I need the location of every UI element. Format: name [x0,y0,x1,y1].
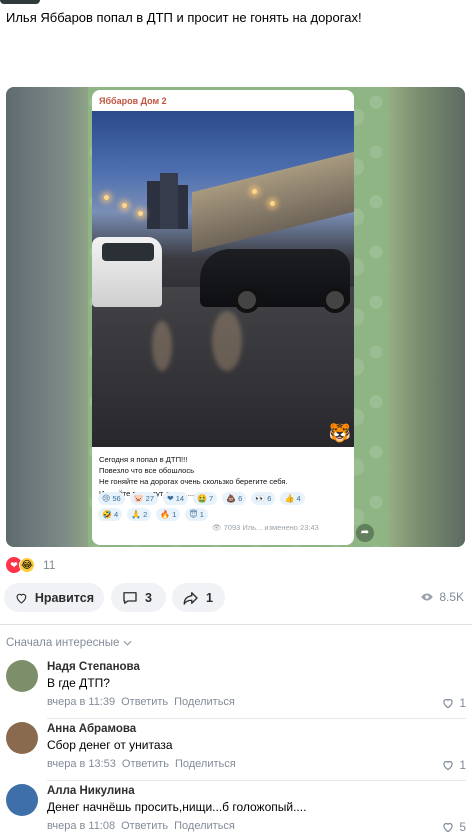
comment-icon [123,591,137,604]
telegram-message-card: Яббаров Дом 2 🐯 Сегодня я попал в ДТП!!!… [92,90,354,545]
message-line: Сегодня я попал в ДТП!!! [99,455,188,464]
comments-count: 3 [145,590,152,605]
reaction-count: 4 [113,510,119,519]
telegram-channel-name: Яббаров Дом 2 [99,96,167,106]
telegram-message-meta: 👁 7093 Иль... изменено 23:43 [212,523,319,532]
reaction-emoji-icon: 🙏 [131,510,142,519]
comments-sort-dropdown[interactable]: Сначала интересные [6,637,132,649]
reaction-count: 6 [267,494,272,503]
share-comment-button[interactable]: Поделиться [175,758,236,770]
telegram-reaction: 😢 56 [98,492,125,505]
comment-text: Сбор денег от унитаза [47,738,173,752]
reactions-count: 11 [43,558,56,572]
comment-separator [47,780,466,781]
telegram-reaction: 💩 6 [222,492,247,505]
reactions-summary[interactable]: ❤ 😂 11 [6,557,55,573]
reaction-count: 7 [209,494,214,503]
eye-icon [421,593,434,601]
image-blur-right [385,87,465,547]
shares-count: 1 [206,590,213,605]
telegram-reaction: 😇 1 [185,508,208,521]
comment-like-count: 1 [459,696,466,710]
sort-label: Сначала интересные [6,637,120,649]
reaction-emoji-icon: 🤣 [102,510,112,519]
telegram-reaction: 🐷 27 [129,492,158,505]
laugh-reaction-icon: 😂 [19,557,35,573]
accident-photo [92,111,354,447]
telegram-reactions: 😢 56 🐷 27 ❤ 14 🤮 7 💩 6 👀 6 👍 4 🤣 4 🙏 2 🔥 1 😇 1 [98,492,348,524]
telegram-reaction: 🙏 2 [127,508,152,521]
telegram-reaction: 👍 4 [280,492,305,505]
share-comment-button[interactable]: Поделиться [174,820,235,832]
comment-meta: вчера в 11:08 Ответить Поделиться [47,820,235,832]
comment-avatar[interactable] [6,660,38,692]
reply-button[interactable]: Ответить [122,758,169,770]
like-label: Нравится [34,590,94,605]
comment-meta: вчера в 13:53 Ответить Поделиться [47,758,236,770]
reply-button[interactable]: Ответить [121,696,168,708]
reaction-emoji-icon: 😢 [102,494,111,503]
telegram-reaction: ❤ 14 [163,492,189,505]
post-text: Илья Яббаров попал в ДТП и просит не гон… [6,10,362,25]
comment-author[interactable]: Анна Абрамова [47,723,136,735]
reaction-count: 56 [112,494,121,503]
comments-divider [0,624,472,625]
comments-button[interactable]: 3 [111,583,166,612]
reaction-count: 2 [143,510,148,519]
views-count: 8.5K [439,590,464,604]
message-line: Не гоняйте на дорогах очень скользко бер… [99,477,288,487]
share-comment-button[interactable]: Поделиться [174,696,235,708]
telegram-reaction: 🤮 7 [193,492,218,505]
comment-like-button[interactable]: 1 [441,696,466,710]
telegram-reaction: 👀 6 [251,492,276,505]
comment-time[interactable]: вчера в 11:08 [47,820,115,832]
comment-like-button[interactable]: 1 [441,758,466,772]
comment-time[interactable]: вчера в 13:53 [47,758,116,770]
telegram-reaction: 🤣 4 [98,508,123,521]
comment-like-count: 5 [459,820,466,834]
message-line: Повезло что все обошлось [99,466,195,476]
reaction-count: 1 [199,510,204,519]
reaction-count: 14 [175,494,185,503]
comment-avatar[interactable] [6,784,38,816]
views-counter: 8.5K [420,590,464,604]
heart-outline-icon [443,760,453,771]
post-image[interactable]: Яббаров Дом 2 🐯 Сегодня я попал в ДТП!!!… [6,87,465,547]
comment-text: В где ДТП? [47,676,110,690]
reaction-emoji-icon: 🔥 [160,510,171,519]
comment-like-button[interactable]: 5 [441,820,466,834]
comment-author[interactable]: Надя Степанова [47,661,140,673]
comment-author[interactable]: Алла Никулина [47,785,135,797]
reaction-emoji-icon: 👀 [255,494,266,503]
comment-meta: вчера в 11:39 Ответить Поделиться [47,696,235,708]
image-blur-left [6,87,88,547]
comment-avatar[interactable] [6,722,38,754]
reaction-emoji-icon: 😇 [189,510,198,519]
heart-outline-icon [16,593,27,604]
share-icon [183,591,198,605]
telegram-reaction: 🔥 1 [156,508,181,521]
heart-outline-icon [443,822,453,833]
chevron-down-icon [123,640,132,646]
telegram-share-icon: ➦ [356,524,374,542]
reaction-count: 4 [296,494,301,503]
reaction-emoji-icon: 🤮 [197,494,208,503]
reaction-count: 1 [172,510,177,519]
author-avatar[interactable] [0,0,40,4]
comment-text: Денег начнёшь просить,нищи...б голожопый… [47,800,307,814]
reply-button[interactable]: Ответить [121,820,168,832]
reaction-count: 27 [145,494,154,503]
comment-separator [47,718,466,719]
reaction-emoji-icon: 💩 [226,494,237,503]
reaction-emoji-icon: ❤ [167,494,174,503]
reaction-emoji-icon: 🐷 [133,494,144,503]
heart-outline-icon [443,698,453,709]
comment-time[interactable]: вчера в 11:39 [47,696,115,708]
like-button[interactable]: Нравится [4,583,104,612]
share-button[interactable]: 1 [172,583,225,612]
reaction-emoji-icon: 👍 [284,494,295,503]
comment-like-count: 1 [459,758,466,772]
tiger-sticker-icon: 🐯 [328,423,352,443]
reaction-count: 6 [238,494,243,503]
